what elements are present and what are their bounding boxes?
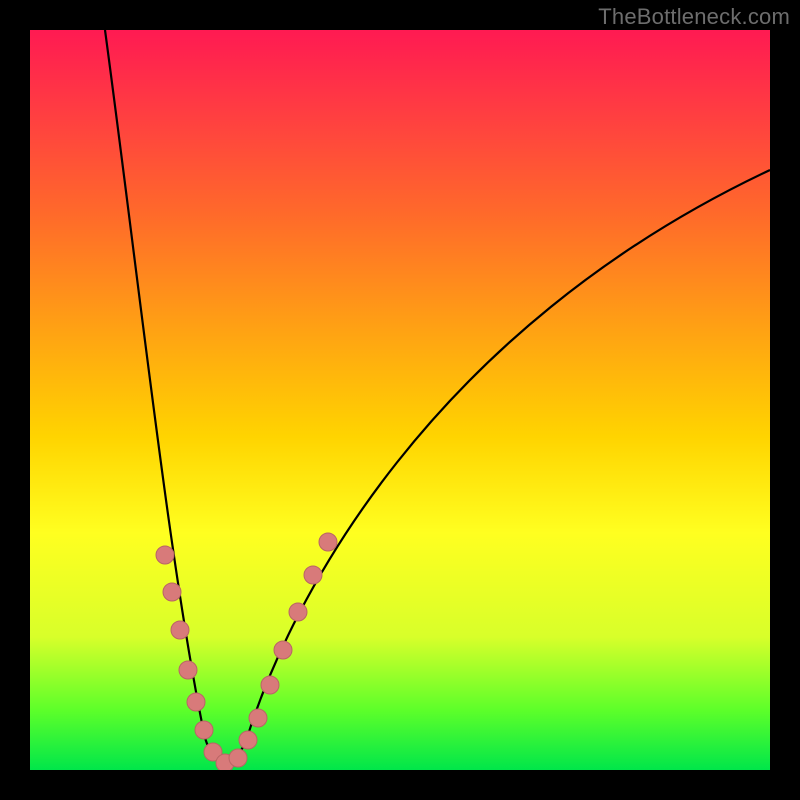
watermark-text: TheBottleneck.com (598, 4, 790, 30)
curve-svg (30, 30, 770, 770)
data-marker (249, 709, 267, 727)
plot-area (30, 30, 770, 770)
data-marker (163, 583, 181, 601)
data-marker (239, 731, 257, 749)
data-marker (187, 693, 205, 711)
data-marker (156, 546, 174, 564)
data-marker (289, 603, 307, 621)
marker-group (156, 533, 337, 770)
data-marker (179, 661, 197, 679)
data-marker (274, 641, 292, 659)
data-marker (319, 533, 337, 551)
data-marker (261, 676, 279, 694)
data-marker (304, 566, 322, 584)
chart-frame: TheBottleneck.com (0, 0, 800, 800)
bottleneck-curve (105, 30, 770, 762)
data-marker (171, 621, 189, 639)
data-marker (229, 749, 247, 767)
data-marker (195, 721, 213, 739)
